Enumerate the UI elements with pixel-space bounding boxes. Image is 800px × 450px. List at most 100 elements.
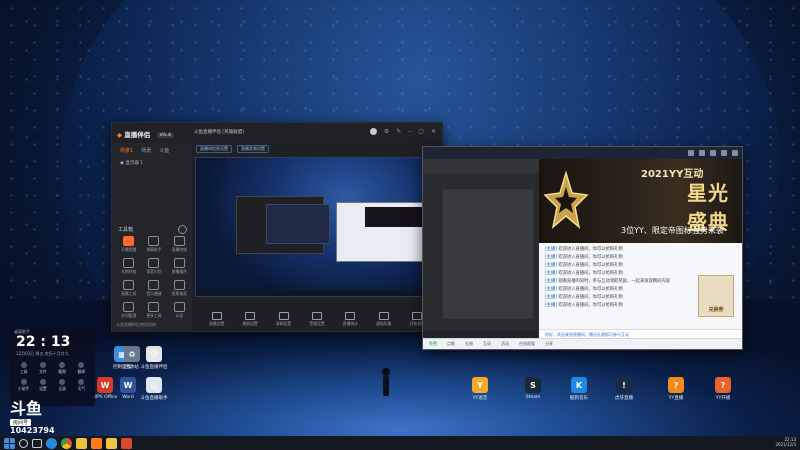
huya-icon: !	[616, 377, 632, 393]
live-preview[interactable]	[195, 157, 439, 297]
room-label: 房间号	[10, 419, 32, 426]
settings-icon[interactable]	[710, 150, 716, 156]
toolbox-item[interactable]: 直播工具	[116, 280, 141, 297]
broadcast-control-button[interactable]: 直播统计	[343, 312, 358, 327]
broadcast-control-button[interactable]: 录制设置	[276, 312, 291, 327]
widget-app[interactable]: 翻译	[72, 362, 91, 375]
toolbox-item[interactable]: 投票抽奖	[167, 280, 192, 297]
desktop-shortcut[interactable]: ⏻ 斗鱼直播伴侣	[137, 346, 171, 370]
desktop-shortcut[interactable]: ? YY直播	[659, 377, 693, 401]
clock-widget[interactable]: 桌面助手 22 : 13 12月03日 周五 农历十月廿九 工具 文件 截图 翻译 小助…	[10, 326, 95, 406]
chat-username[interactable]: [主播]	[545, 295, 558, 300]
task-view-icon[interactable]	[32, 438, 42, 448]
toolbox-item[interactable]: 房间管理	[116, 302, 141, 319]
eye-icon[interactable]: ◉	[120, 161, 124, 166]
skin-icon[interactable]: ✎	[396, 128, 401, 135]
chat-username[interactable]: [主播]	[545, 287, 558, 292]
live-room-titlebar[interactable]	[423, 147, 742, 159]
broadcast-control-button[interactable]: 音频设置	[309, 312, 325, 327]
toolbox-info-icon[interactable]	[178, 225, 187, 234]
toolbox-item[interactable]: 直播特效	[167, 236, 192, 253]
toolbox-item[interactable]: 弹幕助手	[141, 236, 166, 253]
folder-icon[interactable]	[76, 437, 87, 449]
desktop-shortcut[interactable]: Y YY语音	[463, 377, 497, 401]
avatar[interactable]	[369, 128, 377, 135]
widget-app[interactable]: 小助手	[14, 379, 33, 392]
close-icon[interactable]: ✕	[431, 128, 436, 135]
desktop-shortcut-label: 虎牙直播	[615, 396, 633, 401]
system-tray-clock[interactable]: 22:13 2021/12/3	[775, 437, 796, 447]
toolbox-item[interactable]: 直播插件	[167, 258, 192, 275]
chat-username[interactable]: [主播]	[545, 255, 558, 260]
live-room-bottom-item[interactable]: 在线观看	[519, 341, 535, 347]
chrome-icon[interactable]	[61, 437, 72, 449]
maximize-icon[interactable]: ▢	[418, 128, 424, 135]
widget-app[interactable]: 截图	[53, 362, 72, 375]
home-icon[interactable]	[688, 150, 694, 156]
broadcast-control-button[interactable]: 直播设置	[209, 312, 224, 327]
widget-app[interactable]: 设置	[33, 379, 52, 392]
chat-username[interactable]: [主播]	[545, 303, 558, 308]
desktop-shortcut[interactable]: ◎ 斗鱼直播助手	[137, 377, 171, 401]
minimize-icon[interactable]: –	[408, 128, 411, 135]
toolbox-item[interactable]: 音乐播放	[141, 280, 166, 297]
widget-app[interactable]: 记录	[53, 379, 72, 392]
toolbox-item[interactable]: 语音识别	[141, 258, 166, 275]
live-room-bottom-item[interactable]: 礼物	[465, 341, 473, 347]
live-room-bottom-item[interactable]: 分享	[545, 341, 553, 347]
widget-app[interactable]: 文件	[33, 362, 52, 375]
coupon-badge[interactable]: 兑换券	[698, 275, 734, 317]
live-room-bottom-item[interactable]: 活动	[501, 341, 509, 347]
yy-taskbar-icon[interactable]	[106, 437, 117, 449]
broadcast-control-button[interactable]: 虚拟形象	[376, 312, 391, 327]
widget-app[interactable]: 工具	[14, 362, 33, 375]
live-room-bottom-item[interactable]: 免费	[429, 341, 437, 347]
start-icon[interactable]	[4, 437, 15, 449]
usage-note-link[interactable]: 斗鱼直播伴侣使用说明	[116, 322, 156, 328]
toolbox-item[interactable]: 更多工具	[141, 302, 166, 319]
desktop-shortcut[interactable]: K 酷狗音乐	[562, 377, 596, 401]
broadcast-control-button[interactable]: 美颜设置	[243, 312, 258, 327]
live-room-window[interactable]: 2021YY互动 星光盛典 3位YY、限定帝图标强势来袭 [主播] 欢迎进入直播…	[422, 146, 743, 350]
chat-text: 欢迎进入直播间，你可以抢购礼物	[558, 303, 623, 308]
douyu-taskbar-icon[interactable]	[91, 437, 102, 449]
room-info-button[interactable]: 直播间信息设置	[196, 145, 232, 153]
toolbox-item[interactable]: 礼物特效	[116, 258, 141, 275]
desktop-shortcut[interactable]: ? YY开播	[706, 377, 740, 401]
widget-app[interactable]: 天气	[72, 379, 91, 392]
chat-username[interactable]: [主播]	[545, 247, 558, 252]
event-banner[interactable]: 2021YY互动 星光盛典 3位YY、限定帝图标强势来袭	[539, 159, 742, 243]
tool-icon	[123, 236, 135, 246]
minimize-icon[interactable]	[721, 150, 727, 156]
tab-scene[interactable]: 场景	[141, 147, 151, 154]
broadcaster-main: 直播间信息设置 直播音频设置 直播设置 美颜设置 录制设置 音频设置 直播统计 虚拟形象开…	[192, 143, 442, 331]
toolbox-grid: 开播提醒 弹幕助手 直播特效礼物特效 语音识别 直播插件直播工具 音乐播放 投票抽奖房间管理…	[116, 236, 192, 319]
chat-username[interactable]: [主播]	[545, 271, 558, 276]
toolbox-item[interactable]: 公告	[167, 302, 192, 319]
search-icon[interactable]	[19, 438, 28, 448]
video-player-area[interactable]	[423, 159, 539, 341]
toolbox-item[interactable]: 开播提醒	[116, 236, 141, 253]
tool-icon	[148, 280, 160, 290]
broadcaster-window[interactable]: ◆ 直播伴侣 V6.4 斗鱼直播伴侣 [英雄联盟] ⚙ ✎ – ▢ ✕ 场景1 …	[111, 122, 443, 332]
close-icon[interactable]	[732, 150, 738, 156]
desktop-shortcut[interactable]: ! 虎牙直播	[607, 377, 641, 401]
fish-logo-icon: ◆	[117, 131, 122, 139]
broadcaster-titlebar[interactable]: ◆ 直播伴侣 V6.4 斗鱼直播伴侣 [英雄联盟] ⚙ ✎ – ▢ ✕	[112, 123, 442, 143]
message-icon[interactable]	[699, 150, 705, 156]
control-icon	[311, 312, 322, 320]
app-taskbar-icon[interactable]	[121, 437, 132, 449]
chat-username[interactable]: [主播]	[545, 263, 558, 268]
desktop-shortcut[interactable]: S Steam	[516, 377, 550, 400]
tab-scene-1[interactable]: 场景1	[120, 147, 133, 154]
chat-username[interactable]: [主播]	[545, 279, 558, 284]
scene-source-item[interactable]: ◉ 显示器 1	[112, 158, 192, 168]
widget-app-label: 小助手	[17, 386, 30, 391]
live-room-bottom-item[interactable]: 互动	[483, 341, 491, 347]
tab-douyu[interactable]: 斗鱼	[159, 147, 169, 154]
edge-icon[interactable]	[46, 437, 57, 449]
live-room-bottom-item[interactable]: 点歌	[447, 341, 455, 347]
settings-icon[interactable]: ⚙	[384, 128, 389, 135]
tool-label: 礼物特效	[121, 269, 137, 274]
audio-settings-button[interactable]: 直播音频设置	[237, 145, 269, 153]
